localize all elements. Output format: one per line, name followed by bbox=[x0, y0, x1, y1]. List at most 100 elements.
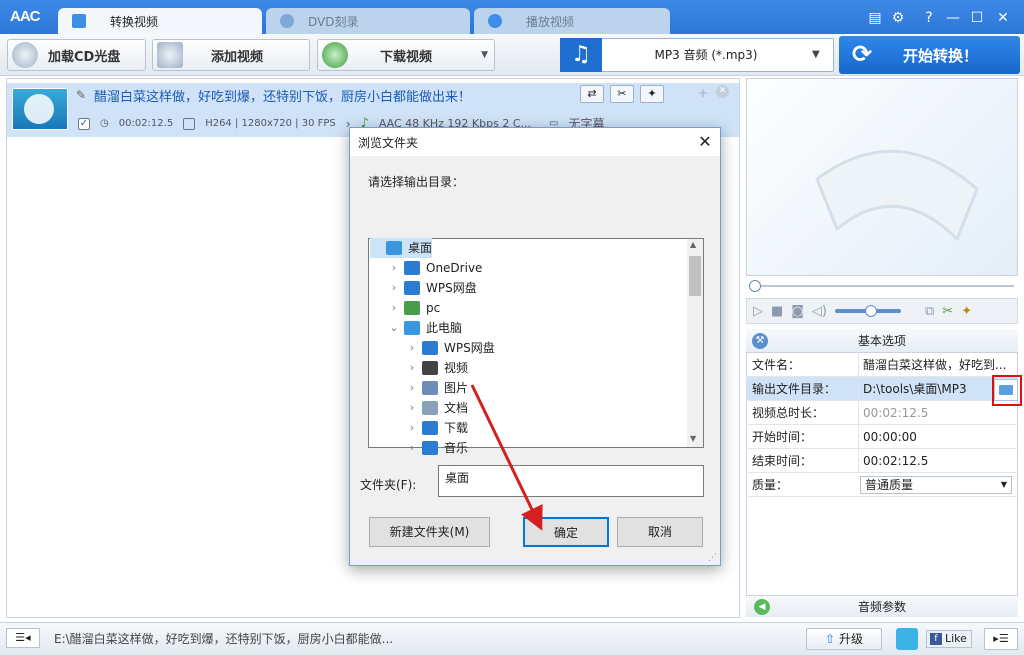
property-row-duration: 视频总时长： 00:02:12.5 bbox=[746, 401, 1018, 425]
tree-item[interactable]: › WPS网盘 bbox=[388, 278, 477, 298]
chevron-right-icon[interactable]: › bbox=[406, 398, 418, 418]
folder-icon bbox=[422, 361, 438, 375]
chevron-right-icon[interactable]: › bbox=[388, 298, 400, 318]
chevron-right-icon[interactable]: › bbox=[406, 338, 418, 358]
folder-icon bbox=[422, 421, 438, 435]
scissors-icon[interactable]: ✂ bbox=[942, 304, 953, 319]
folder-input[interactable]: 桌面 bbox=[438, 465, 704, 497]
download-video-button[interactable]: 下载视频 ▼ bbox=[317, 39, 495, 71]
tree-item[interactable]: 桌面 bbox=[370, 238, 433, 258]
tree-item-label: 桌面 bbox=[408, 241, 433, 255]
folder-icon bbox=[422, 441, 438, 455]
status-path: E:\醋溜白菜这样做，好吃到爆，还特别下饭，厨房小白都能做... bbox=[54, 632, 394, 646]
remove-icon[interactable]: ✕ bbox=[716, 85, 729, 98]
minimize-button[interactable]: — bbox=[944, 9, 962, 27]
quality-select[interactable]: 普通质量 ▼ bbox=[860, 476, 1012, 494]
tree-item[interactable]: › 下载 bbox=[406, 418, 468, 438]
help-button[interactable]: ? bbox=[920, 9, 938, 27]
resize-grip-icon[interactable]: ⋰ bbox=[708, 553, 717, 563]
copy-icon[interactable]: ⧉ bbox=[925, 304, 934, 319]
close-button[interactable]: ✕ bbox=[994, 9, 1012, 27]
tree-item[interactable]: › OneDrive bbox=[388, 258, 482, 278]
property-value: 00:02:12.5 bbox=[858, 401, 1008, 425]
load-cd-button[interactable]: 加载CD光盘 bbox=[7, 39, 146, 71]
upgrade-button[interactable]: ⇧ 升级 bbox=[806, 628, 882, 650]
tree-item-label: 文档 bbox=[444, 401, 469, 415]
gear-icon[interactable]: ⚙ bbox=[889, 9, 907, 27]
list-toggle-icon[interactable]: ☰◂ bbox=[6, 628, 40, 648]
video-info: H264 | 1280x720 | 30 FPS bbox=[205, 118, 336, 129]
chevron-right-icon[interactable]: › bbox=[406, 418, 418, 438]
add-icon[interactable]: + bbox=[698, 86, 708, 100]
ok-button[interactable]: 确定 bbox=[523, 517, 609, 547]
chevron-right-icon[interactable]: › bbox=[388, 278, 400, 298]
property-row-start-time[interactable]: 开始时间： 00:00:00 bbox=[746, 425, 1018, 449]
folder-field-label: 文件夹(F): bbox=[360, 478, 417, 492]
chevron-down-icon: ▼ bbox=[481, 50, 488, 60]
seek-slider[interactable] bbox=[746, 280, 1018, 292]
start-convert-button[interactable]: ⟳ 开始转换！ bbox=[839, 36, 1020, 74]
maximize-button[interactable]: ☐ bbox=[968, 9, 986, 27]
download-video-label: 下载视频 bbox=[380, 49, 433, 65]
volume-slider[interactable] bbox=[835, 305, 901, 317]
chevron-down-icon[interactable]: ⌄ bbox=[388, 318, 400, 338]
tab-convert-video[interactable]: 转换视频 bbox=[58, 8, 262, 34]
edit-pencil-icon[interactable]: ✎ bbox=[76, 88, 86, 102]
property-key: 开始时间： bbox=[752, 430, 813, 444]
property-row-output-dir[interactable]: 输出文件目录： D:\tools\桌面\MP3 bbox=[746, 377, 1018, 401]
property-key: 质量： bbox=[752, 478, 789, 492]
tree-item-label: 音乐 bbox=[444, 441, 469, 455]
dialog-close-icon[interactable]: ✕ bbox=[694, 131, 716, 153]
add-video-button[interactable]: 添加视频 bbox=[152, 39, 310, 71]
chevron-right-icon[interactable]: › bbox=[388, 258, 400, 278]
property-row-end-time[interactable]: 结束时间： 00:02:12.5 bbox=[746, 449, 1018, 473]
swap-icon[interactable]: ⇄ bbox=[580, 85, 604, 103]
magic-wand-icon[interactable]: ✦ bbox=[961, 304, 972, 319]
speaker-icon: ◀ bbox=[754, 599, 770, 615]
tree-item[interactable]: ⌄ 此电脑 bbox=[388, 318, 462, 338]
scroll-down-icon[interactable]: ▼ bbox=[690, 434, 696, 443]
chevron-right-icon[interactable]: › bbox=[406, 378, 418, 398]
tree-item[interactable]: › 音乐 bbox=[406, 438, 468, 458]
folder-icon bbox=[422, 381, 438, 395]
tree-item[interactable]: › 图片 bbox=[406, 378, 468, 398]
tree-scroll-thumb[interactable] bbox=[689, 256, 701, 296]
wrench-icon: ⚒ bbox=[752, 333, 768, 349]
checkbox[interactable]: ✓ bbox=[78, 117, 90, 130]
tree-item-label: 图片 bbox=[444, 381, 469, 395]
audio-params-header[interactable]: ◀ 音频参数 bbox=[746, 595, 1018, 617]
tree-item[interactable]: › 文档 bbox=[406, 398, 468, 418]
arrow-up-icon: ⇧ bbox=[825, 632, 836, 646]
magic-wand-icon[interactable]: ✦ bbox=[640, 85, 664, 103]
new-folder-button[interactable]: 新建文件夹(M) bbox=[369, 517, 490, 547]
scissors-icon[interactable]: ✂ bbox=[610, 85, 634, 103]
tree-item[interactable]: › WPS网盘 bbox=[406, 338, 495, 358]
speaker-icon[interactable]: ◁) bbox=[812, 304, 827, 319]
facebook-like-button[interactable]: f Like bbox=[926, 630, 972, 648]
tab-dvd-burn[interactable]: DVD刻录 bbox=[266, 8, 470, 34]
stop-icon[interactable]: ■ bbox=[771, 304, 783, 319]
tree-item[interactable]: › pc bbox=[388, 298, 440, 318]
scroll-up-icon[interactable]: ▲ bbox=[690, 240, 696, 249]
convert-icon bbox=[72, 14, 86, 28]
dvd-icon bbox=[280, 14, 294, 28]
play-icon[interactable]: ▷ bbox=[753, 304, 763, 319]
property-value: 00:02:12.5 bbox=[858, 449, 1008, 473]
basic-options-header[interactable]: ⚒ 基本选项 bbox=[746, 329, 1018, 353]
tab-play-video[interactable]: 播放视频 bbox=[474, 8, 670, 34]
property-value: 醋溜白菜这样做，好吃到... bbox=[858, 353, 1008, 377]
upgrade-label: 升级 bbox=[838, 632, 863, 646]
globe-add-icon bbox=[322, 42, 348, 68]
chevron-right-icon[interactable]: › bbox=[406, 438, 418, 458]
chevron-right-icon[interactable]: › bbox=[406, 358, 418, 378]
camera-icon[interactable]: ◙ bbox=[791, 304, 804, 319]
facebook-icon: f bbox=[930, 633, 942, 645]
tree-item[interactable]: › 视频 bbox=[406, 358, 468, 378]
panel-toggle-icon[interactable]: ▸☰ bbox=[984, 628, 1018, 650]
start-convert-label: 开始转换！ bbox=[903, 46, 979, 65]
cancel-button[interactable]: 取消 bbox=[617, 517, 703, 547]
property-row-filename[interactable]: 文件名： 醋溜白菜这样做，好吃到... bbox=[746, 353, 1018, 377]
file-name[interactable]: 醋溜白菜这样做，好吃到爆，还特别下饭，厨房小白都能做出来！ bbox=[94, 86, 471, 105]
menu-icon[interactable]: ▤ bbox=[866, 9, 884, 27]
twitter-icon[interactable] bbox=[896, 628, 918, 650]
